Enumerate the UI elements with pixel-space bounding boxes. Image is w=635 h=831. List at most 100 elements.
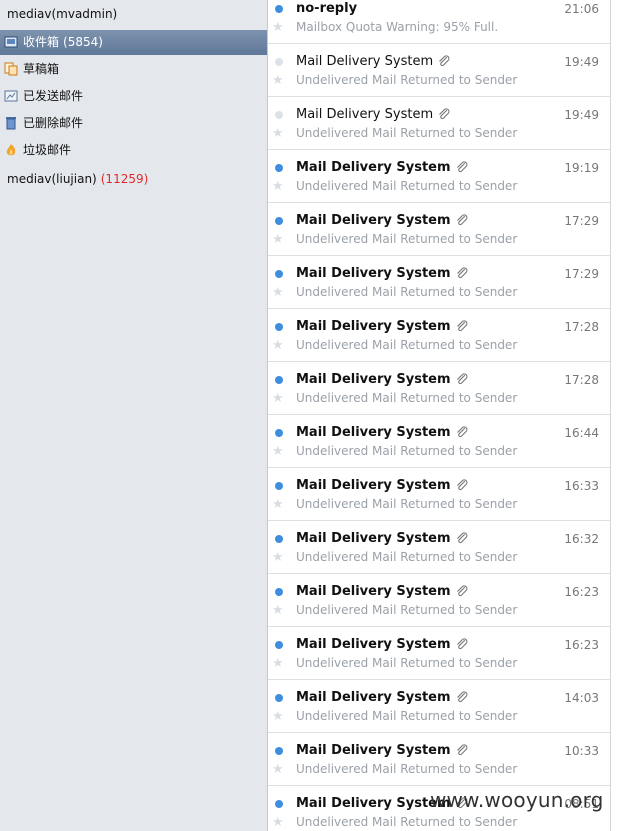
star-icon[interactable]: ★ bbox=[272, 285, 284, 300]
read-dot-icon[interactable] bbox=[275, 111, 283, 119]
account-unread-count: (11259) bbox=[100, 172, 149, 186]
message-row[interactable]: ★ Mail Delivery System 17:28 Undelivered Ma… bbox=[268, 309, 610, 362]
message-row[interactable]: ★ Mail Delivery System 17:28 Undelivered Ma… bbox=[268, 362, 610, 415]
attachment-icon bbox=[455, 637, 469, 651]
message-row[interactable]: ★ Mail Delivery System 16:44 Undelivered Ma… bbox=[268, 415, 610, 468]
folder-count: (5854) bbox=[63, 35, 103, 49]
star-icon[interactable]: ★ bbox=[272, 20, 284, 35]
message-subject: Undelivered Mail Returned to Sender bbox=[296, 550, 518, 564]
message-subject: Undelivered Mail Returned to Sender bbox=[296, 709, 518, 723]
message-row[interactable]: ★ Mail Delivery System 10:33 Undelivered Ma… bbox=[268, 733, 610, 786]
message-subject: Undelivered Mail Returned to Sender bbox=[296, 444, 518, 458]
account-mvadmin[interactable]: mediav(mvadmin) bbox=[7, 4, 117, 24]
message-time: 16:44 bbox=[564, 426, 599, 440]
folder-label: 收件箱 bbox=[23, 35, 60, 49]
message-time: 21:06 bbox=[564, 2, 599, 16]
account-name: mediav(liujian) bbox=[7, 172, 97, 186]
unread-dot-icon[interactable] bbox=[275, 694, 283, 702]
folder-label: 已删除邮件 bbox=[23, 116, 84, 130]
message-sender: Mail Delivery System bbox=[296, 54, 434, 69]
unread-dot-icon[interactable] bbox=[275, 482, 283, 490]
sent-icon bbox=[4, 90, 18, 102]
message-row[interactable]: ★ Mail Delivery System 16:32 Undelivered Ma… bbox=[268, 521, 610, 574]
message-sender: Mail Delivery System bbox=[296, 531, 451, 546]
unread-dot-icon[interactable] bbox=[275, 641, 283, 649]
unread-dot-icon[interactable] bbox=[275, 588, 283, 596]
message-row[interactable]: ★ Mail Delivery System 14:03 Undelivered Ma… bbox=[268, 680, 610, 733]
message-row[interactable]: ★ Mail Delivery System 17:29 Undelivered Ma… bbox=[268, 203, 610, 256]
message-subject: Undelivered Mail Returned to Sender bbox=[296, 762, 518, 776]
star-icon[interactable]: ★ bbox=[272, 179, 284, 194]
attachment-icon bbox=[455, 478, 469, 492]
attachment-icon bbox=[455, 690, 469, 704]
message-row[interactable]: ★ Mail Delivery System 19:49 Undelivered Ma… bbox=[268, 44, 610, 97]
star-icon[interactable]: ★ bbox=[272, 762, 284, 777]
star-icon[interactable]: ★ bbox=[272, 603, 284, 618]
attachment-icon bbox=[455, 319, 469, 333]
message-time: 17:28 bbox=[564, 320, 599, 334]
account-name: mediav(mvadmin) bbox=[7, 7, 118, 21]
unread-dot-icon[interactable] bbox=[275, 800, 283, 808]
message-time: 10:33 bbox=[564, 744, 599, 758]
star-icon[interactable]: ★ bbox=[272, 656, 284, 671]
folder-label: 垃圾邮件 bbox=[23, 143, 72, 157]
junk-icon bbox=[6, 144, 16, 156]
message-sender: Mail Delivery System bbox=[296, 478, 451, 493]
read-dot-icon[interactable] bbox=[275, 58, 283, 66]
message-row[interactable]: ★ no-reply 21:06 Mailbox Quota Warning: 95%… bbox=[268, 0, 610, 44]
message-sender: Mail Delivery System bbox=[296, 584, 451, 599]
star-icon[interactable]: ★ bbox=[272, 338, 284, 353]
unread-dot-icon[interactable] bbox=[275, 164, 283, 172]
star-icon[interactable]: ★ bbox=[272, 391, 284, 406]
attachment-icon bbox=[455, 160, 469, 174]
drafts-icon bbox=[4, 62, 18, 76]
star-icon[interactable]: ★ bbox=[272, 232, 284, 247]
message-time: 19:49 bbox=[564, 55, 599, 69]
unread-dot-icon[interactable] bbox=[275, 376, 283, 384]
message-row[interactable]: ★ Mail Delivery System 17:29 Undelivered Ma… bbox=[268, 256, 610, 309]
message-sender: Mail Delivery System bbox=[296, 266, 451, 281]
account-liujian[interactable]: mediav(liujian) (11259) bbox=[7, 169, 148, 189]
star-icon[interactable]: ★ bbox=[272, 444, 284, 459]
folder-trash[interactable]: 已删除邮件 bbox=[0, 111, 267, 136]
unread-dot-icon[interactable] bbox=[275, 535, 283, 543]
message-subject: Undelivered Mail Returned to Sender bbox=[296, 126, 518, 140]
message-row[interactable]: ★ Mail Delivery System 16:23 Undelivered Ma… bbox=[268, 574, 610, 627]
star-icon[interactable]: ★ bbox=[272, 709, 284, 724]
message-row[interactable]: ★ Mail Delivery System 19:19 Undelivered Ma… bbox=[268, 150, 610, 203]
attachment-icon bbox=[455, 372, 469, 386]
message-time: 19:19 bbox=[564, 161, 599, 175]
folder-sidebar: mediav(mvadmin) 收件箱 (5854) 草稿箱 已发送邮件 已删除邮… bbox=[0, 0, 267, 831]
star-icon[interactable]: ★ bbox=[272, 497, 284, 512]
unread-dot-icon[interactable] bbox=[275, 747, 283, 755]
folder-drafts[interactable]: 草稿箱 bbox=[0, 57, 267, 82]
message-row[interactable]: ★ Mail Delivery System 16:33 Undelivered Ma… bbox=[268, 468, 610, 521]
message-time: 16:23 bbox=[564, 585, 599, 599]
message-row[interactable]: ★ Mail Delivery System 16:23 Undelivered Ma… bbox=[268, 627, 610, 680]
star-icon[interactable]: ★ bbox=[272, 550, 284, 565]
preview-pane bbox=[611, 0, 635, 831]
message-subject: Undelivered Mail Returned to Sender bbox=[296, 179, 518, 193]
folder-sent[interactable]: 已发送邮件 bbox=[0, 84, 267, 109]
message-sender: Mail Delivery System bbox=[296, 743, 451, 758]
message-sender: Mail Delivery System bbox=[296, 319, 451, 334]
attachment-icon bbox=[437, 107, 451, 121]
unread-dot-icon[interactable] bbox=[275, 270, 283, 278]
folder-label: 已发送邮件 bbox=[23, 89, 84, 103]
message-row[interactable]: ★ Mail Delivery System 19:49 Undelivered Ma… bbox=[268, 97, 610, 150]
message-subject: Undelivered Mail Returned to Sender bbox=[296, 497, 518, 511]
attachment-icon bbox=[455, 213, 469, 227]
folder-junk[interactable]: 垃圾邮件 bbox=[0, 138, 267, 163]
folder-inbox[interactable]: 收件箱 (5854) bbox=[0, 30, 267, 55]
unread-dot-icon[interactable] bbox=[275, 5, 283, 13]
unread-dot-icon[interactable] bbox=[275, 323, 283, 331]
message-sender: Mail Delivery System bbox=[296, 160, 451, 175]
message-sender: Mail Delivery System bbox=[296, 213, 451, 228]
unread-dot-icon[interactable] bbox=[275, 217, 283, 225]
star-icon[interactable]: ★ bbox=[272, 126, 284, 141]
star-icon[interactable]: ★ bbox=[272, 815, 284, 830]
inbox-icon bbox=[4, 36, 18, 48]
star-icon[interactable]: ★ bbox=[272, 73, 284, 88]
message-sender: no-reply bbox=[296, 1, 358, 16]
unread-dot-icon[interactable] bbox=[275, 429, 283, 437]
